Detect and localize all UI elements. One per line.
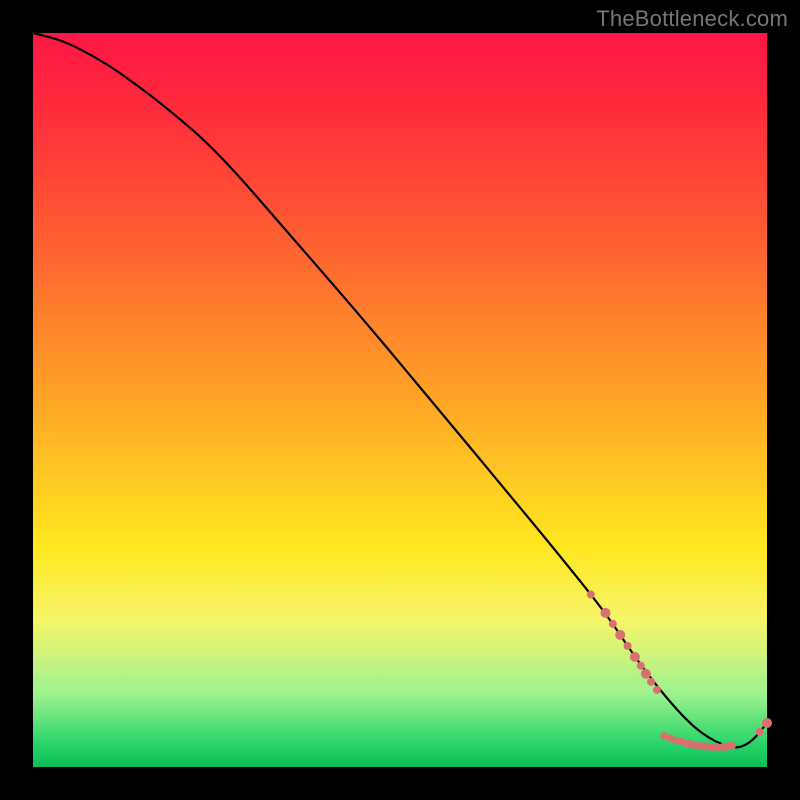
data-markers bbox=[587, 591, 772, 752]
watermark-text: TheBottleneck.com bbox=[596, 6, 788, 32]
data-marker bbox=[587, 591, 595, 599]
data-marker bbox=[756, 728, 764, 736]
data-marker bbox=[653, 686, 661, 694]
data-marker bbox=[601, 608, 611, 618]
data-marker bbox=[609, 620, 617, 628]
bottleneck-curve bbox=[33, 33, 767, 747]
data-marker bbox=[637, 662, 645, 670]
data-marker bbox=[647, 678, 655, 686]
data-marker bbox=[630, 652, 640, 662]
data-marker bbox=[624, 642, 632, 650]
data-marker bbox=[641, 669, 651, 679]
chart-svg bbox=[33, 33, 767, 767]
data-marker bbox=[728, 742, 736, 750]
data-marker bbox=[615, 630, 625, 640]
chart-frame: TheBottleneck.com bbox=[0, 0, 800, 800]
plot-area bbox=[33, 33, 767, 767]
data-marker bbox=[762, 718, 772, 728]
